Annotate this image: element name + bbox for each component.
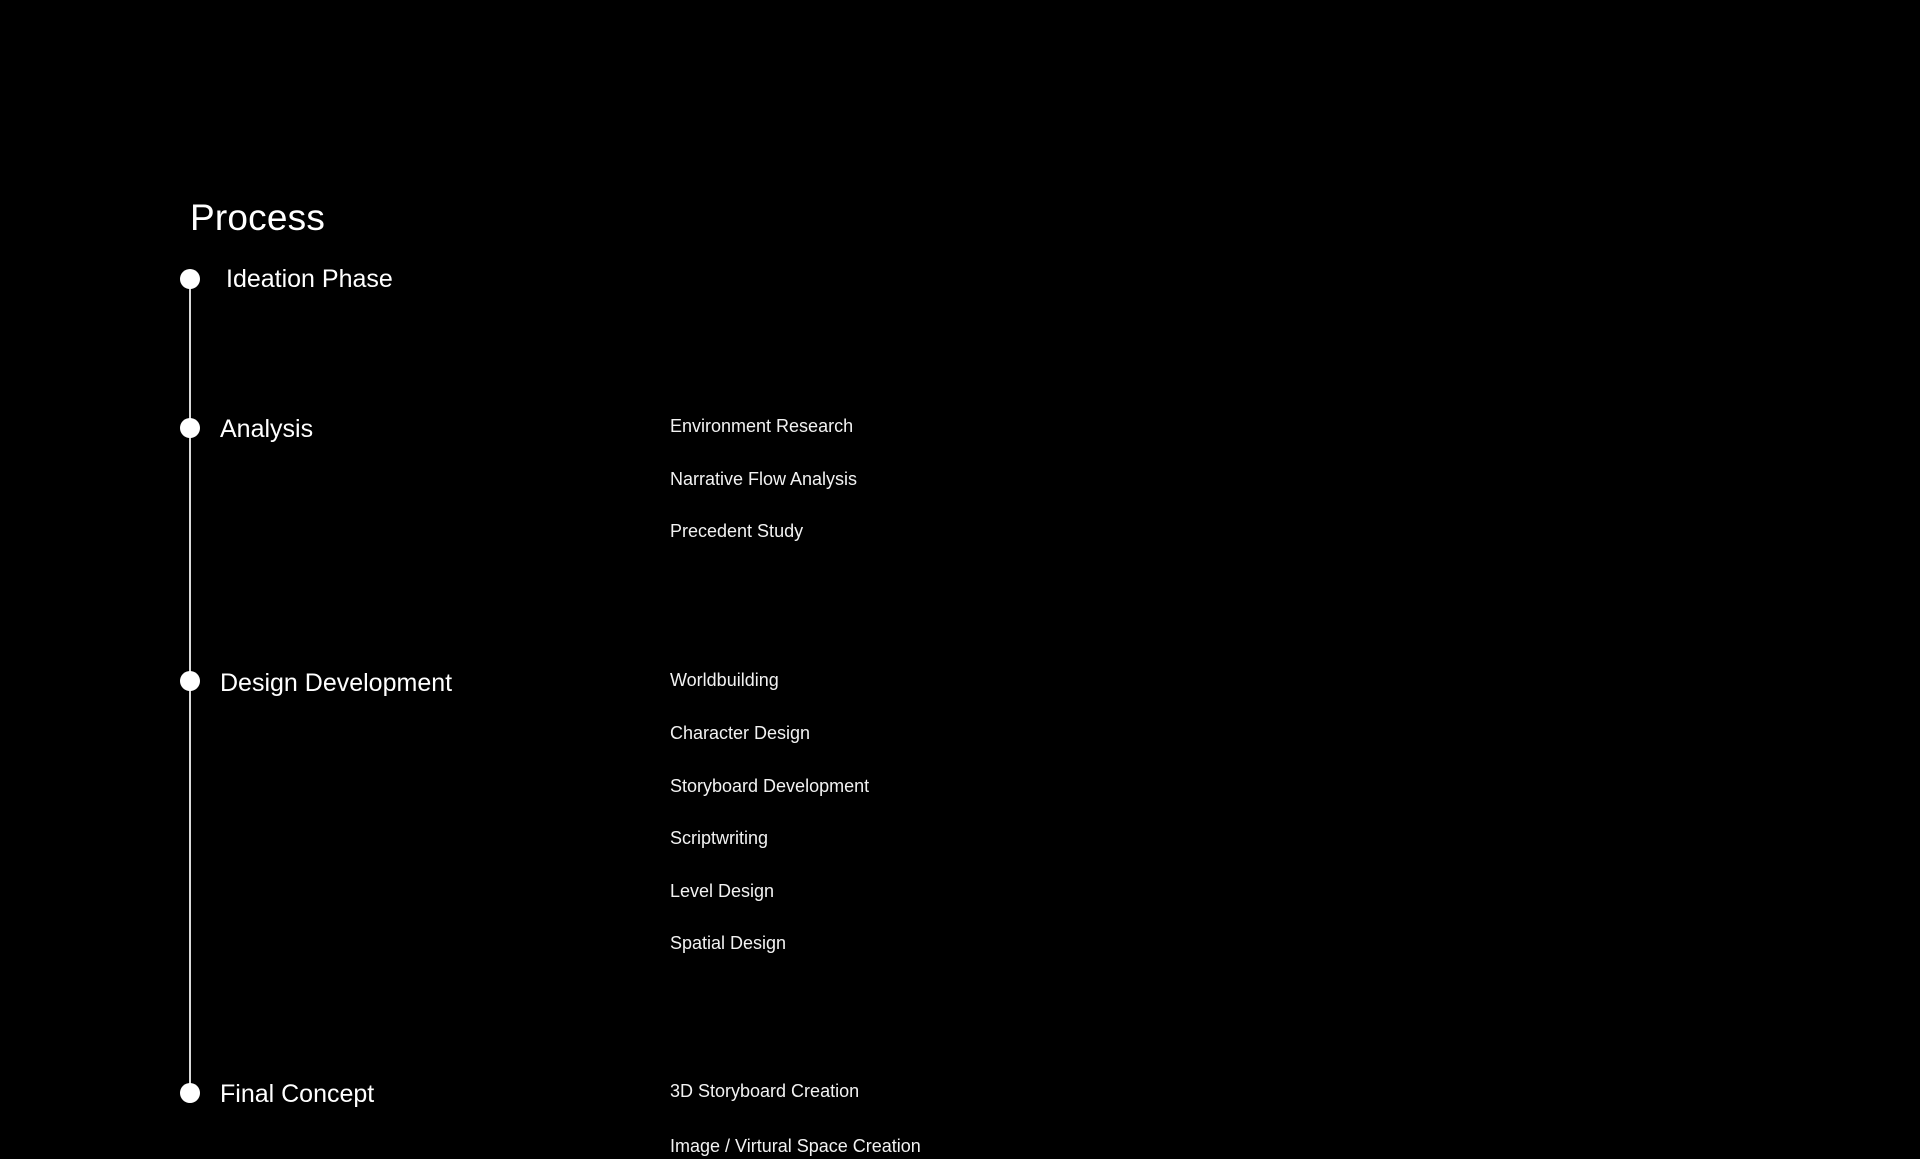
design-development-step: Storyboard Development <box>670 776 870 796</box>
design-development-step: Level Design <box>670 881 775 901</box>
stage-label-design-development: Design Development <box>220 669 453 697</box>
stage-label-ideation: Ideation Phase <box>226 265 393 293</box>
timeline-dot-final-concept <box>180 1083 200 1103</box>
timeline-dot-design-development <box>180 671 200 691</box>
timeline-dot-ideation <box>180 269 200 289</box>
design-development-step: Character Design <box>670 723 811 743</box>
final-concept-step: 3D Storyboard Creation <box>670 1081 860 1101</box>
final-concept-step: Image / Virtural Space Creation <box>670 1136 921 1156</box>
page-title: Process <box>190 197 326 238</box>
timeline-dot-analysis <box>180 418 200 438</box>
analysis-step: Precedent Study <box>670 521 804 541</box>
stage-label-analysis: Analysis <box>220 415 314 443</box>
design-development-step: Worldbuilding <box>670 670 779 690</box>
analysis-step: Narrative Flow Analysis <box>670 469 858 489</box>
stage-label-final-concept: Final Concept <box>220 1080 375 1108</box>
analysis-step: Environment Research <box>670 416 854 436</box>
design-development-step: Spatial Design <box>670 933 787 953</box>
design-development-step: Scriptwriting <box>670 828 769 848</box>
